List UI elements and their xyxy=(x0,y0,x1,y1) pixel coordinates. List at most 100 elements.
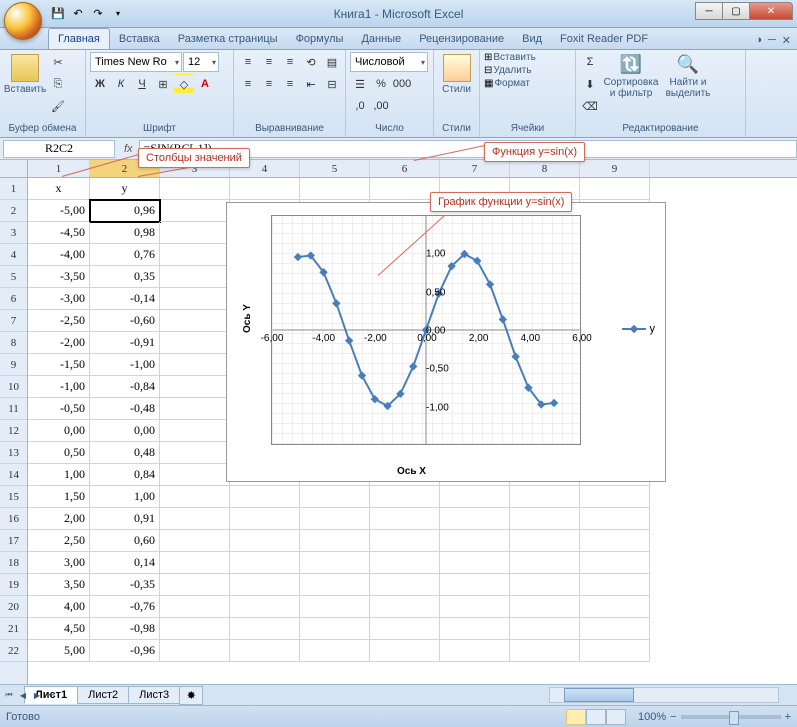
cell[interactable] xyxy=(160,244,230,266)
cell[interactable] xyxy=(440,508,510,530)
row-header[interactable]: 14 xyxy=(0,464,27,486)
cell[interactable]: -4,00 xyxy=(28,244,90,266)
cell[interactable]: 0,96 xyxy=(90,200,160,222)
cell[interactable] xyxy=(440,530,510,552)
zoom-in-button[interactable]: + xyxy=(785,711,791,723)
cell[interactable]: 1,00 xyxy=(90,486,160,508)
fx-icon[interactable]: fx xyxy=(118,143,139,155)
cell[interactable] xyxy=(230,640,300,662)
cell[interactable] xyxy=(580,618,650,640)
row-header[interactable]: 19 xyxy=(0,574,27,596)
column-header[interactable]: 7 xyxy=(440,160,510,177)
cell[interactable]: -0,98 xyxy=(90,618,160,640)
sort-filter-button[interactable]: 🔃 Сортировка и фильтр xyxy=(602,52,660,101)
tab-nav-last[interactable]: ⏭ xyxy=(44,687,58,703)
column-header[interactable]: 8 xyxy=(510,160,580,177)
delete-cells-label[interactable]: Удалить xyxy=(493,65,531,76)
cell[interactable] xyxy=(580,508,650,530)
cell[interactable] xyxy=(230,178,300,200)
cell[interactable] xyxy=(160,530,230,552)
decrease-decimal-button[interactable]: ,00 xyxy=(371,96,391,116)
cell[interactable] xyxy=(160,178,230,200)
scrollbar-thumb[interactable] xyxy=(564,688,634,702)
cell[interactable] xyxy=(370,618,440,640)
cell[interactable] xyxy=(370,596,440,618)
cell[interactable] xyxy=(370,530,440,552)
cell[interactable]: 0,35 xyxy=(90,266,160,288)
undo-icon[interactable]: ↶ xyxy=(70,6,86,22)
cell[interactable] xyxy=(580,574,650,596)
row-header[interactable]: 8 xyxy=(0,332,27,354)
cell[interactable] xyxy=(160,200,230,222)
cell[interactable] xyxy=(370,640,440,662)
cell[interactable] xyxy=(160,354,230,376)
align-center-button[interactable]: ≡ xyxy=(259,74,279,94)
cell[interactable] xyxy=(160,398,230,420)
increase-decimal-button[interactable]: ,0 xyxy=(350,96,370,116)
cell[interactable] xyxy=(440,574,510,596)
cell[interactable]: 1,50 xyxy=(28,486,90,508)
cell[interactable] xyxy=(300,618,370,640)
underline-button[interactable]: Ч xyxy=(132,74,152,94)
row-header[interactable]: 22 xyxy=(0,640,27,662)
cell[interactable] xyxy=(160,508,230,530)
column-header[interactable]: 5 xyxy=(300,160,370,177)
row-header[interactable]: 7 xyxy=(0,310,27,332)
cell[interactable]: -0,84 xyxy=(90,376,160,398)
cell[interactable] xyxy=(160,596,230,618)
cell[interactable] xyxy=(510,640,580,662)
cell[interactable]: -0,14 xyxy=(90,288,160,310)
horizontal-scrollbar[interactable] xyxy=(549,687,779,703)
row-header[interactable]: 21 xyxy=(0,618,27,640)
delete-cells-icon[interactable]: ⊟ xyxy=(484,65,492,76)
cell[interactable]: 0,48 xyxy=(90,442,160,464)
cell[interactable]: 4,00 xyxy=(28,596,90,618)
cell[interactable] xyxy=(230,508,300,530)
column-header[interactable]: 9 xyxy=(580,160,650,177)
cell[interactable] xyxy=(230,530,300,552)
number-format-combo[interactable]: Числовой xyxy=(350,52,428,72)
cell[interactable]: 0,84 xyxy=(90,464,160,486)
cell[interactable] xyxy=(160,332,230,354)
select-all-corner[interactable] xyxy=(0,160,27,178)
cell[interactable] xyxy=(300,640,370,662)
cell[interactable] xyxy=(160,618,230,640)
cell[interactable]: 0,00 xyxy=(28,420,90,442)
column-header[interactable]: 1 xyxy=(28,160,90,177)
border-button[interactable]: ⊞ xyxy=(153,74,173,94)
tab-data[interactable]: Данные xyxy=(352,29,410,49)
cell[interactable] xyxy=(370,486,440,508)
cell[interactable] xyxy=(160,486,230,508)
cell[interactable] xyxy=(370,508,440,530)
cell[interactable]: 0,76 xyxy=(90,244,160,266)
qat-dropdown-icon[interactable]: ▾ xyxy=(110,6,126,22)
tab-insert[interactable]: Вставка xyxy=(110,29,169,49)
cell[interactable] xyxy=(160,288,230,310)
cell[interactable]: -5,00 xyxy=(28,200,90,222)
tab-foxit[interactable]: Foxit Reader PDF xyxy=(551,29,657,49)
cell[interactable] xyxy=(300,178,370,200)
row-header[interactable]: 9 xyxy=(0,354,27,376)
percent-button[interactable]: % xyxy=(371,74,391,94)
embedded-chart[interactable]: Ось Y Ось X 1,000,500,00-0,50-1,00-6,00-… xyxy=(226,202,666,482)
cell[interactable] xyxy=(300,530,370,552)
help-icon[interactable]: ◑ xyxy=(755,34,762,47)
tab-nav-next[interactable]: ▶ xyxy=(30,687,44,703)
align-right-button[interactable]: ≡ xyxy=(280,74,300,94)
zoom-slider[interactable] xyxy=(681,715,781,719)
row-header[interactable]: 18 xyxy=(0,552,27,574)
cell[interactable]: -0,76 xyxy=(90,596,160,618)
cell[interactable] xyxy=(440,618,510,640)
orientation-button[interactable]: ⟲ xyxy=(301,52,321,72)
cell[interactable]: 0,14 xyxy=(90,552,160,574)
cell[interactable] xyxy=(440,552,510,574)
sheet-tab-3[interactable]: Лист3 xyxy=(128,686,180,704)
cell[interactable]: -2,00 xyxy=(28,332,90,354)
tab-view[interactable]: Вид xyxy=(513,29,551,49)
cell[interactable] xyxy=(370,574,440,596)
cell[interactable]: 3,00 xyxy=(28,552,90,574)
format-cells-label[interactable]: Формат xyxy=(494,78,530,89)
italic-button[interactable]: К xyxy=(111,74,131,94)
cell[interactable] xyxy=(230,596,300,618)
cell[interactable] xyxy=(160,420,230,442)
